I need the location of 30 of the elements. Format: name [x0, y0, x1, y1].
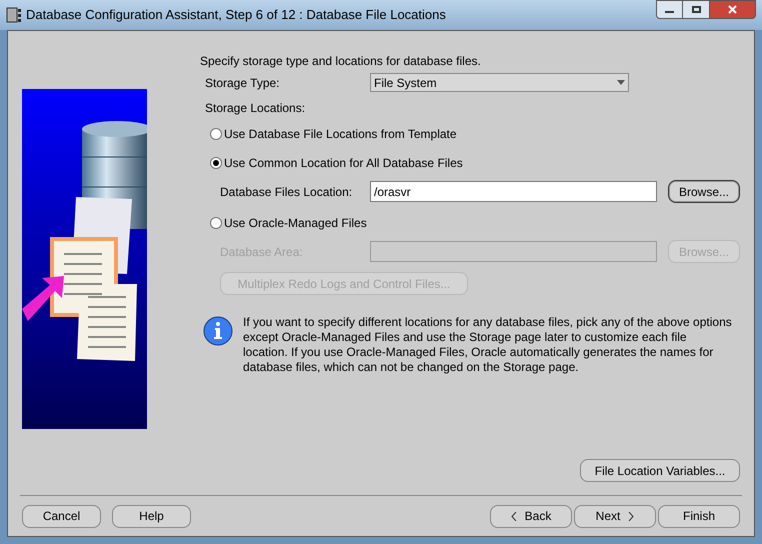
footer-button[interactable]: Help — [112, 504, 191, 528]
close-icon — [728, 5, 737, 14]
chevron-left-icon — [510, 512, 517, 520]
storage-type-label: Storage Type: — [205, 74, 280, 92]
dropdown-arrow-icon — [617, 80, 625, 85]
minimize-button[interactable] — [656, 0, 683, 19]
window-title: Database Configuration Assistant, Step 6 of 12 : Database File Locations — [26, 6, 446, 24]
maximize-button[interactable] — [683, 0, 710, 19]
info-text: If you want to specify different locations for any database files, pick any of the above options except Oracle-Managed Files and use the Storage page later to customize each file location. If you use Oracle-Managed Files, Oracle automatically generates the names for database files, which can not be changed on the Storage page. — [243, 315, 733, 375]
nav-button[interactable]: Back — [490, 504, 572, 528]
radio-label[interactable]: Use Common Location for All Database Files — [224, 154, 463, 172]
radio-button[interactable] — [210, 128, 222, 140]
radio-label[interactable]: Use Database File Locations from Template — [224, 125, 457, 143]
footer-button[interactable]: Cancel — [22, 504, 101, 528]
radio-button[interactable] — [210, 157, 222, 169]
input-field[interactable]: /orasvr — [370, 181, 657, 202]
radio-button[interactable] — [210, 217, 222, 229]
browse-button[interactable]: Browse... — [668, 180, 740, 203]
field-label: Database Files Location: — [220, 184, 354, 200]
intro-text: Specify storage type and locations for database files. — [200, 53, 482, 68]
close-button[interactable] — [710, 0, 756, 19]
storage-locations-label: Storage Locations: — [205, 100, 306, 115]
database-app-icon — [6, 6, 22, 24]
radio-label[interactable]: Use Oracle-Managed Files — [224, 214, 367, 232]
chevron-right-icon — [628, 512, 634, 520]
info-icon — [203, 316, 233, 346]
nav-button[interactable]: Finish — [658, 504, 740, 528]
storage-type-dropdown[interactable]: File System — [370, 73, 629, 92]
file-location-variables-button[interactable]: File Location Variables... — [580, 459, 740, 482]
nav-button[interactable]: Next — [574, 504, 656, 528]
